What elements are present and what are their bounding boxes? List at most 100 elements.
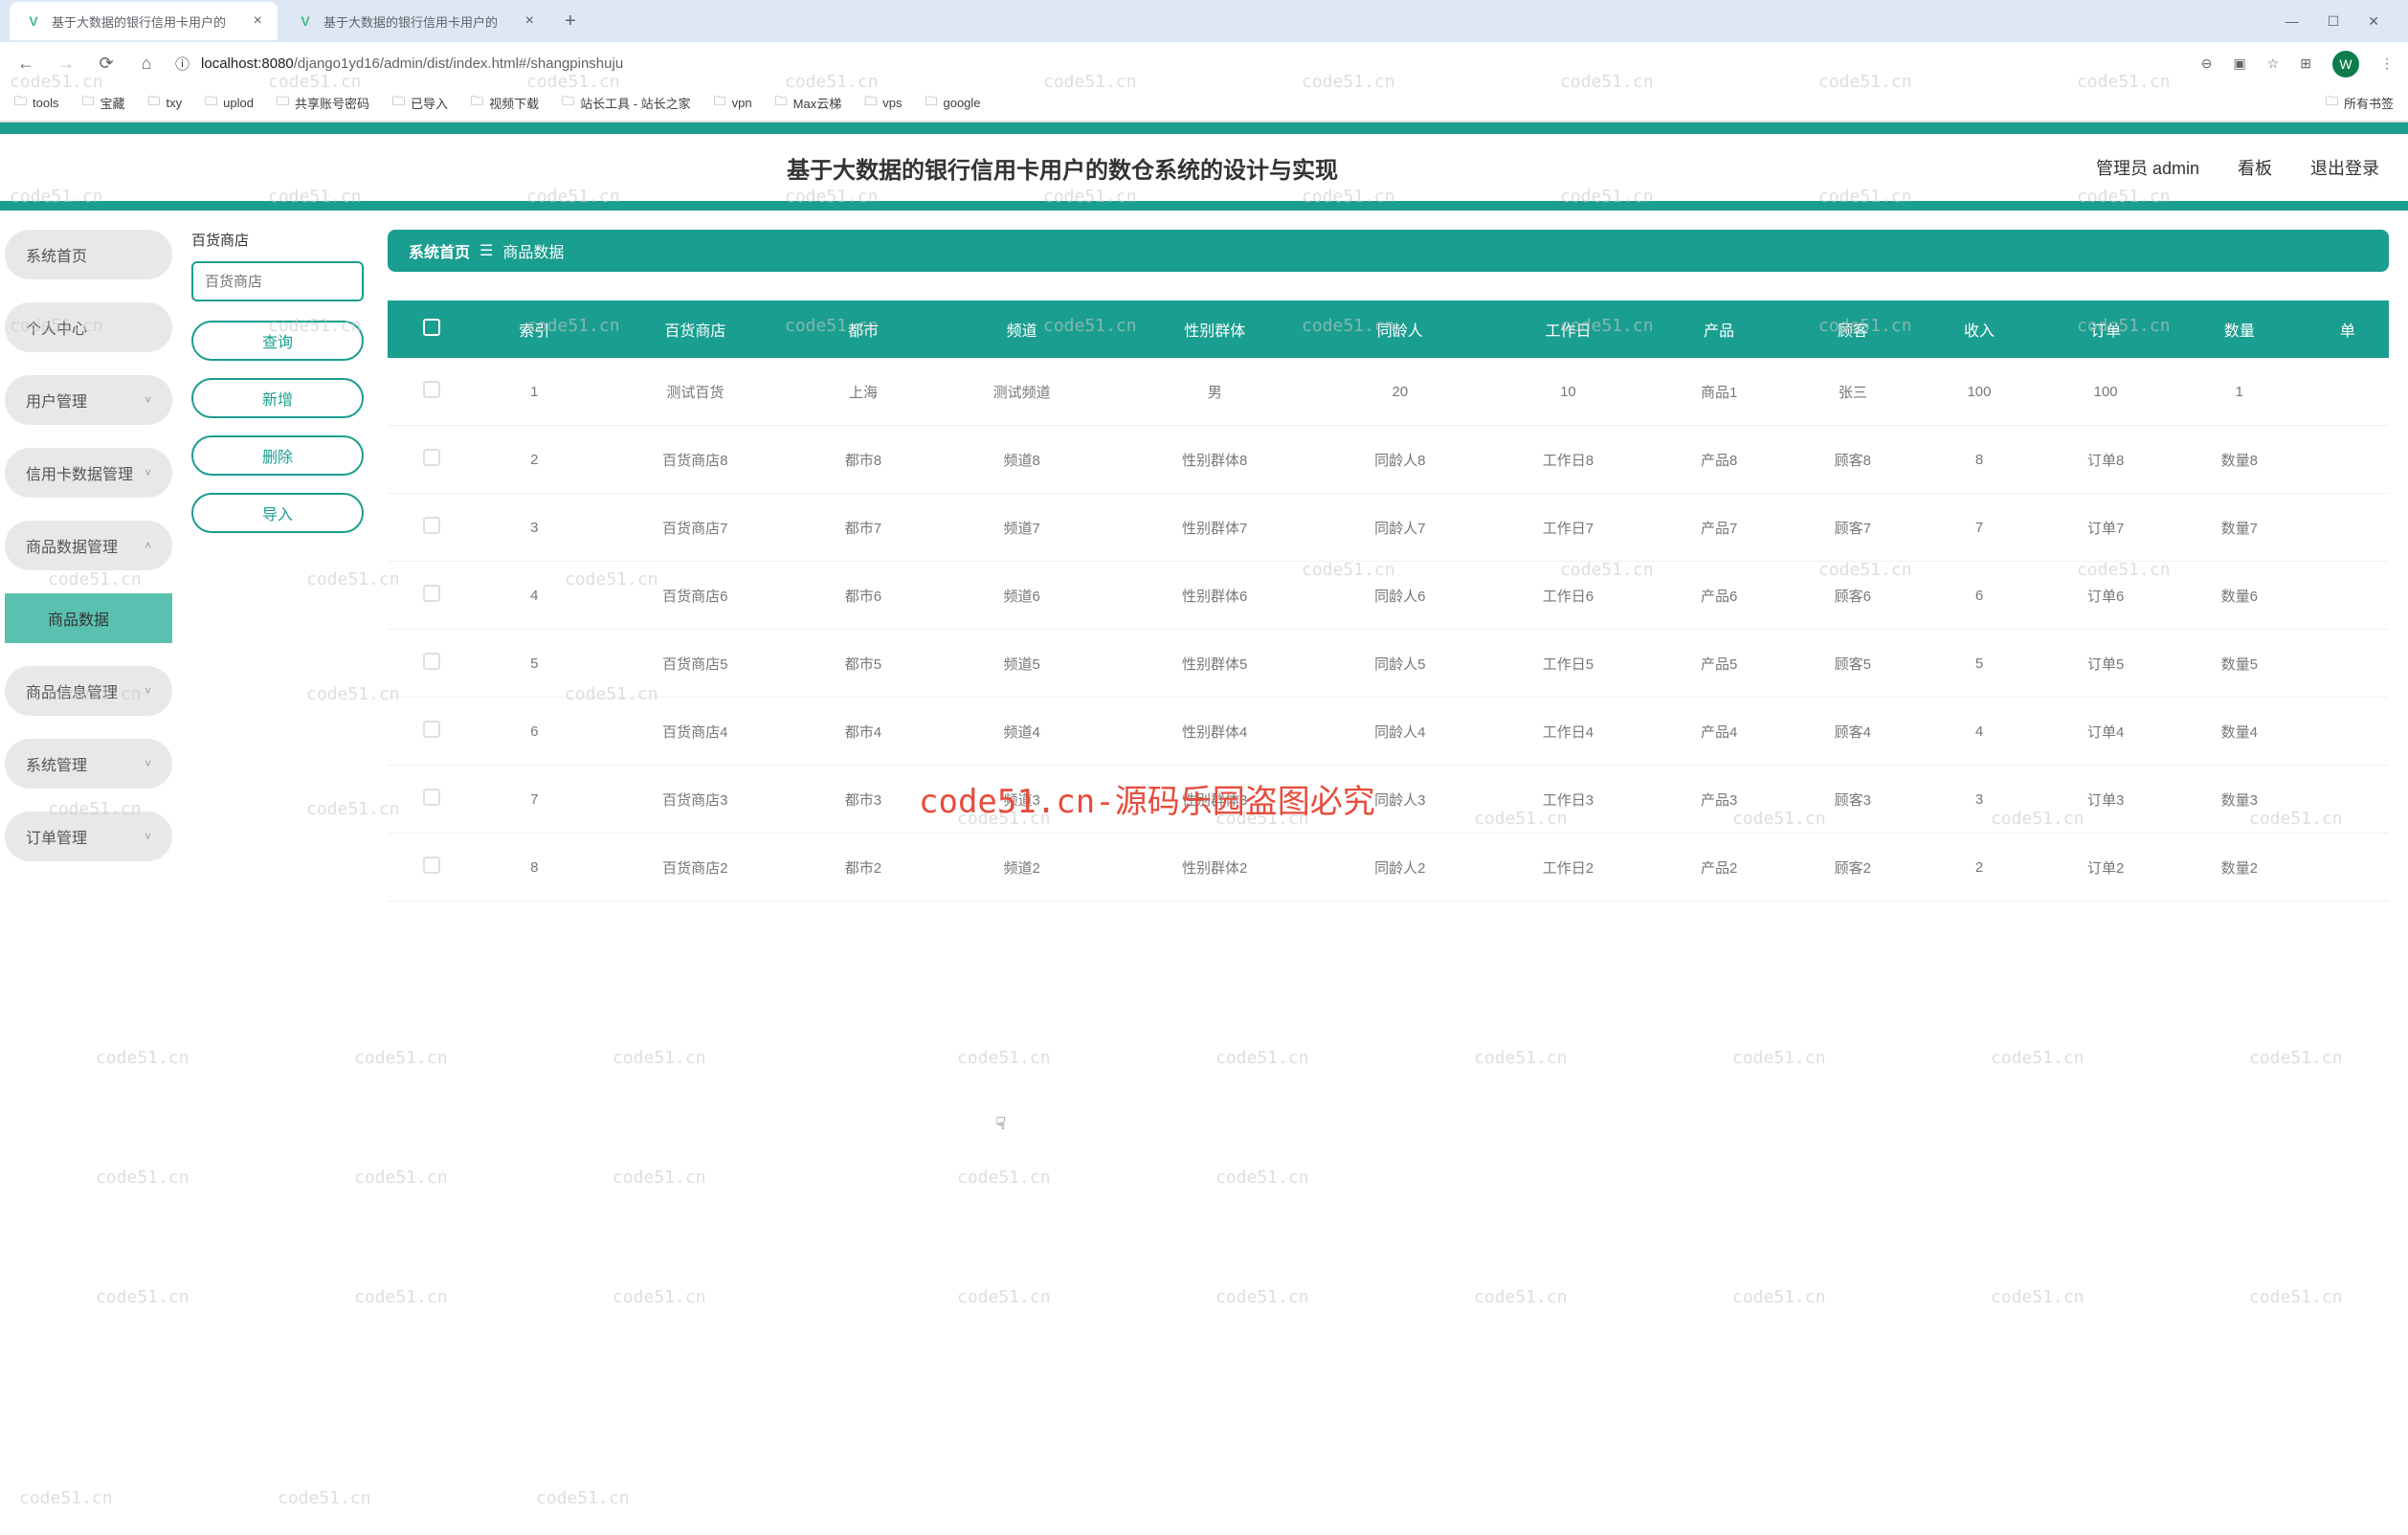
close-window-icon[interactable]: ✕ <box>2368 13 2379 30</box>
bookmark-item[interactable]: 🗀vps <box>864 93 902 114</box>
table-header <box>388 300 475 358</box>
search-input[interactable] <box>191 261 364 301</box>
table-cell: 频道7 <box>930 494 1114 562</box>
reload-button[interactable]: ⟳ <box>95 54 118 74</box>
table-cell: 5 <box>475 630 594 698</box>
table-row: 4百货商店6都市6频道6性别群体6同龄人6工作日6产品6顾客66订单6数量6 <box>388 562 2389 630</box>
profile-avatar[interactable]: W <box>2332 51 2359 78</box>
select-all-checkbox[interactable] <box>423 319 440 336</box>
sidebar-item[interactable]: 个人中心 <box>5 302 172 352</box>
table-cell: 性别群体8 <box>1113 426 1316 494</box>
filter-button-新增[interactable]: 新增 <box>191 378 364 418</box>
table-cell: 工作日3 <box>1484 766 1653 834</box>
folder-icon: 🗀 <box>205 93 217 114</box>
filter-button-删除[interactable]: 删除 <box>191 435 364 476</box>
bookmark-item[interactable]: 🗀站长工具 - 站长之家 <box>562 93 691 114</box>
watermark: code51.cn <box>957 1168 1051 1188</box>
bookmark-label: 已导入 <box>411 94 448 112</box>
main-content: 系统首页 ☰ 商品数据 索引百货商店都市频道性别群体同龄人工作日产品顾客收入订单… <box>388 230 2408 901</box>
menu-icon[interactable]: ⋮ <box>2380 56 2394 72</box>
bookmark-item[interactable]: 🗀共享账号密码 <box>277 93 369 114</box>
bookmark-label: txy <box>167 96 183 110</box>
lens-icon[interactable]: ▣ <box>2233 56 2245 72</box>
row-checkbox[interactable] <box>423 653 440 670</box>
watermark: code51.cn <box>613 1048 706 1068</box>
table-cell: 性别群体7 <box>1113 494 1316 562</box>
table-cell <box>388 834 475 901</box>
browser-tab[interactable]: V基于大数据的银行信用卡用户的× <box>281 2 549 40</box>
bookmark-star-icon[interactable]: ☆ <box>2267 56 2280 72</box>
extensions-icon[interactable]: ⊞ <box>2300 56 2311 72</box>
watermark: code51.cn <box>1215 1287 1309 1307</box>
table-cell: 工作日8 <box>1484 426 1653 494</box>
forward-button[interactable]: → <box>55 54 78 74</box>
sidebar-item[interactable]: 系统首页 <box>5 230 172 279</box>
table-cell: 工作日2 <box>1484 834 1653 901</box>
password-icon[interactable]: ⊖ <box>2201 56 2213 72</box>
table-cell: 工作日5 <box>1484 630 1653 698</box>
row-checkbox[interactable] <box>423 381 440 398</box>
close-tab-icon[interactable]: × <box>254 12 262 30</box>
close-tab-icon[interactable]: × <box>525 12 534 30</box>
bookmark-item[interactable]: 🗀 已导入 <box>392 93 448 114</box>
chevron-down-icon: ˅ <box>145 757 151 770</box>
bookmark-item[interactable]: 🗀uplod <box>205 93 254 114</box>
sidebar-item[interactable]: 商品信息管理˅ <box>5 666 172 716</box>
cursor-icon: ☟ <box>995 1114 1006 1134</box>
table-cell: 数量3 <box>2173 766 2307 834</box>
row-checkbox[interactable] <box>423 856 440 874</box>
filter-button-查询[interactable]: 查询 <box>191 321 364 361</box>
breadcrumb-home[interactable]: 系统首页 <box>409 239 470 262</box>
table-cell: 订单7 <box>2039 494 2173 562</box>
sidebar-item[interactable]: 商品数据管理˄ <box>5 521 172 570</box>
watermark: code51.cn <box>957 1287 1051 1307</box>
table-cell: 百货商店4 <box>594 698 797 766</box>
back-button[interactable]: ← <box>14 54 37 74</box>
table-cell: 工作日7 <box>1484 494 1653 562</box>
sidebar-item[interactable]: 信用卡数据管理˅ <box>5 448 172 498</box>
row-checkbox[interactable] <box>423 585 440 602</box>
table-cell: 1 <box>2173 358 2307 426</box>
table-cell: 顾客2 <box>1786 834 1920 901</box>
sidebar-item[interactable]: 系统管理˅ <box>5 739 172 789</box>
row-checkbox[interactable] <box>423 517 440 534</box>
table-cell: 同龄人8 <box>1316 426 1484 494</box>
filter-button-导入[interactable]: 导入 <box>191 493 364 533</box>
bookmark-item[interactable]: 🗀视频下载 <box>471 93 539 114</box>
sidebar-item[interactable]: 订单管理˅ <box>5 812 172 861</box>
bookmark-item[interactable]: 🗀google <box>925 93 980 114</box>
table-cell <box>388 698 475 766</box>
table-cell: 产品7 <box>1652 494 1786 562</box>
vue-icon: V <box>297 12 314 30</box>
home-button[interactable]: ⌂ <box>135 54 158 74</box>
row-checkbox[interactable] <box>423 721 440 738</box>
sidebar-item[interactable]: 用户管理˅ <box>5 375 172 425</box>
kanban-link[interactable]: 看板 <box>2238 155 2272 180</box>
new-tab-button[interactable]: + <box>553 11 588 33</box>
row-checkbox[interactable] <box>423 449 440 466</box>
folder-icon: 🗀 <box>81 93 94 114</box>
table-cell: 百货商店3 <box>594 766 797 834</box>
all-bookmarks[interactable]: 🗀 所有书签 <box>2326 93 2394 114</box>
logout-link[interactable]: 退出登录 <box>2310 155 2379 180</box>
table-cell: 测试百货 <box>594 358 797 426</box>
table-cell: 性别群体3 <box>1113 766 1316 834</box>
table-cell <box>2307 630 2389 698</box>
bookmark-item[interactable]: 🗀Max云梯 <box>775 93 842 114</box>
sidebar-subitem[interactable]: 商品数据 <box>5 593 172 643</box>
bookmark-item[interactable]: 🗀vpn <box>714 93 752 114</box>
admin-label[interactable]: 管理员 admin <box>2096 155 2199 180</box>
maximize-icon[interactable]: ☐ <box>2328 13 2340 30</box>
bookmark-item[interactable]: 🗀tools <box>14 93 58 114</box>
folder-icon: 🗀 <box>392 93 405 114</box>
site-info-icon[interactable]: ⓘ <box>175 54 190 74</box>
url-field[interactable]: ⓘ localhost:8080/django1yd16/admin/dist/… <box>175 54 2184 74</box>
app-header: 基于大数据的银行信用卡用户的数仓系统的设计与实现 管理员 admin 看板 退出… <box>0 134 2408 201</box>
browser-tab[interactable]: V基于大数据的银行信用卡用户的× <box>10 2 278 40</box>
table-header: 都市 <box>796 300 930 358</box>
bookmark-item[interactable]: 🗀txy <box>148 93 183 114</box>
table-cell: 顾客4 <box>1786 698 1920 766</box>
bookmark-item[interactable]: 🗀宝藏 <box>81 93 124 114</box>
row-checkbox[interactable] <box>423 789 440 806</box>
minimize-icon[interactable]: — <box>2285 13 2299 30</box>
